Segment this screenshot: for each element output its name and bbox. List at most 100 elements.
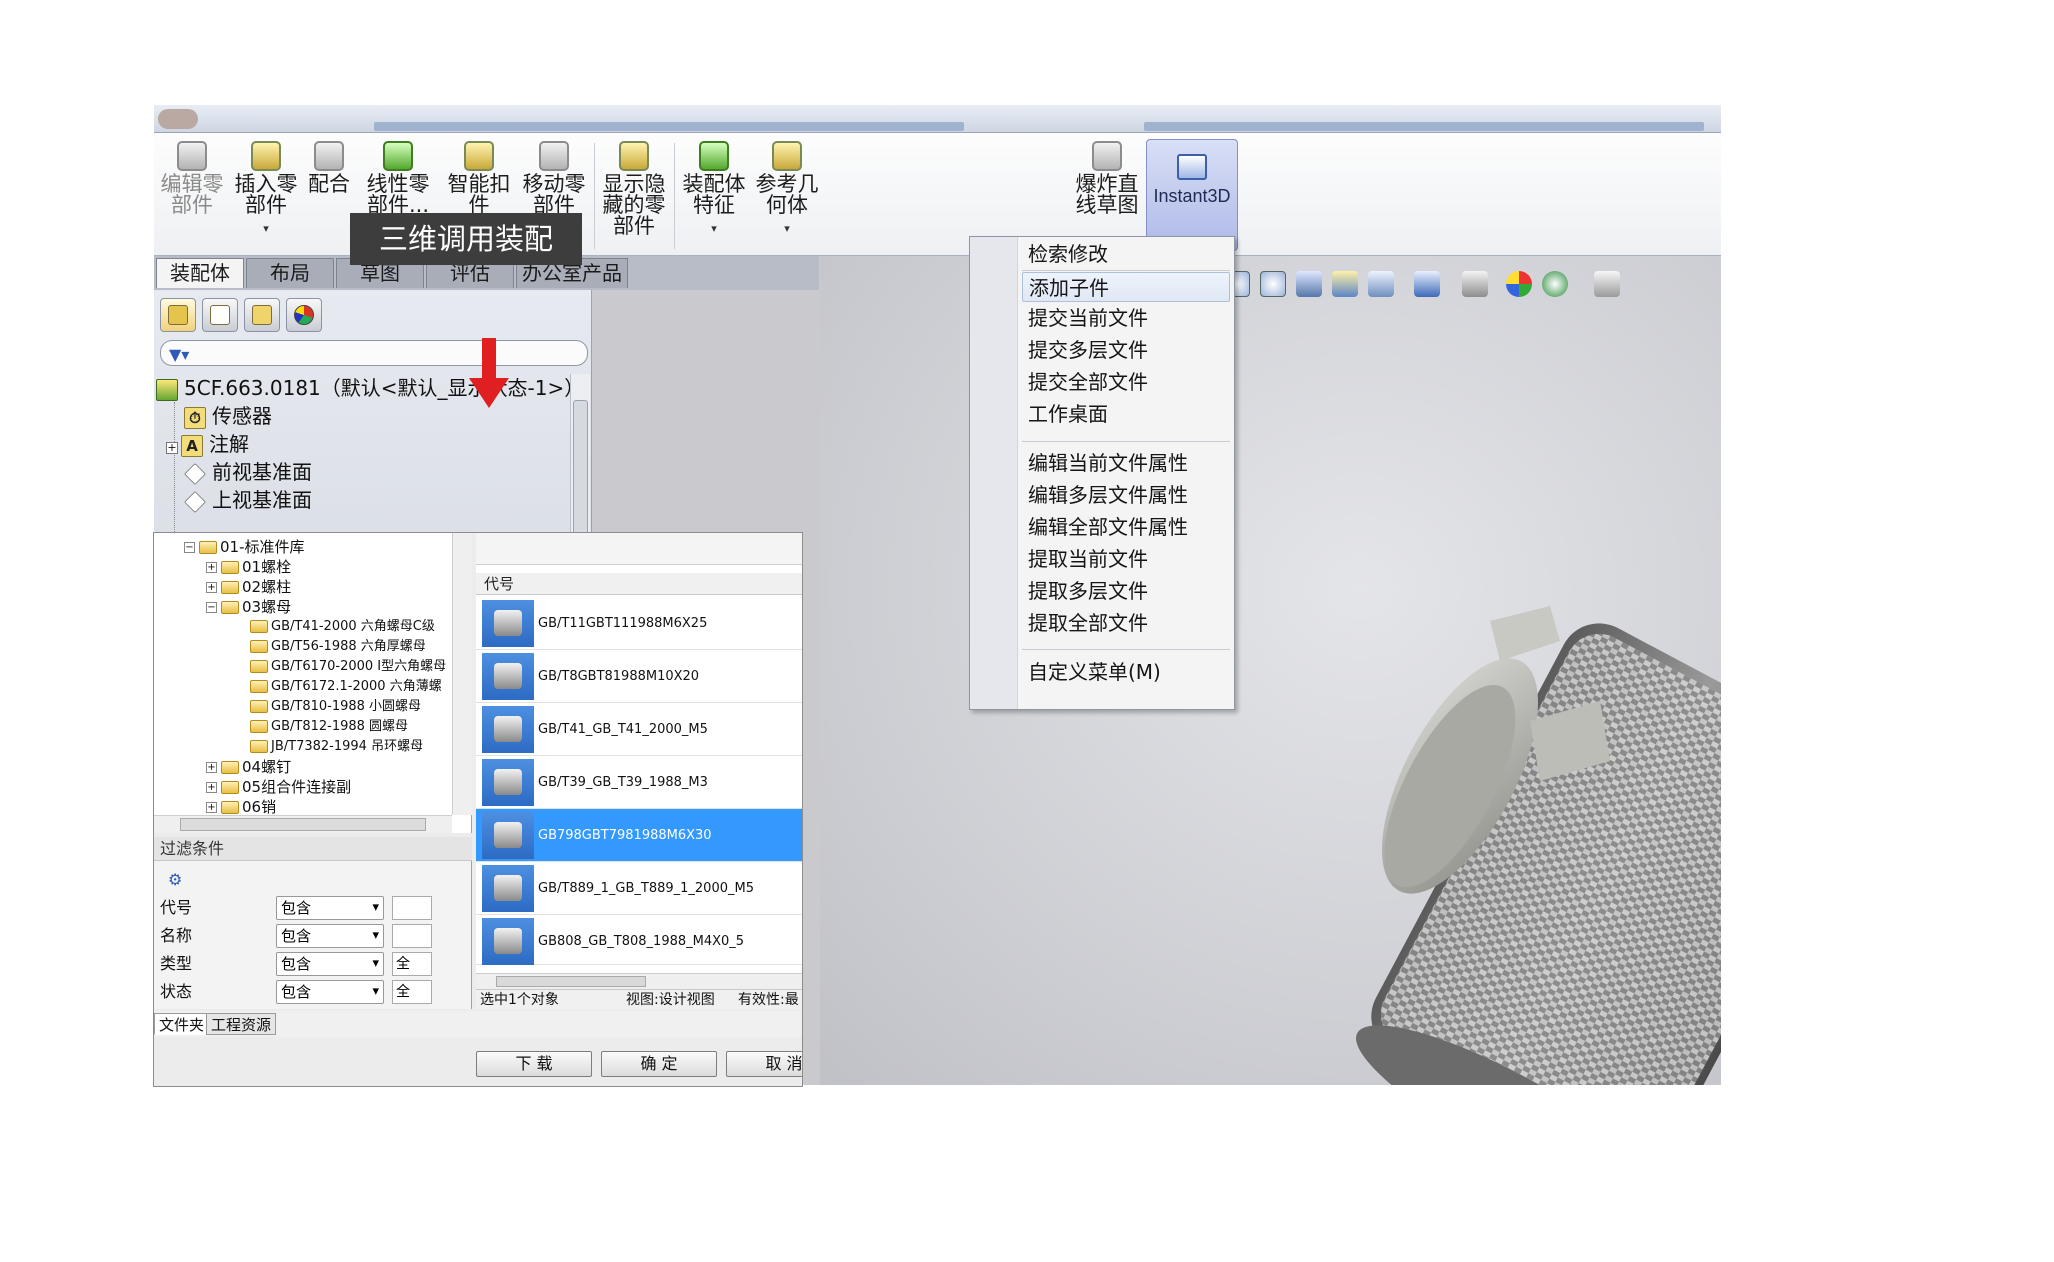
library-tree-vscrollbar[interactable] (452, 533, 472, 815)
parts-list-hscrollbar[interactable] (476, 973, 802, 989)
menu-item-customize[interactable]: 自定义菜单(M) (1022, 657, 1230, 687)
filter-op-type[interactable]: 包含 (276, 952, 384, 976)
tree-node[interactable]: +04螺钉 (206, 757, 291, 777)
tree-root-assembly[interactable]: 5CF.663.0181（默认<默认_显示状态-1>） (156, 374, 584, 402)
menu-item-submit-multilevel[interactable]: 提交多层文件 (1022, 335, 1230, 365)
menu-item-edit-all-props[interactable]: 编辑全部文件属性 (1022, 512, 1230, 542)
filter-value-status[interactable]: 全 (392, 980, 432, 1004)
tree-node[interactable]: +05组合件连接副 (206, 777, 351, 797)
menu-item-edit-multilevel-props[interactable]: 编辑多层文件属性 (1022, 480, 1230, 510)
display-style-icon[interactable] (1414, 271, 1440, 297)
feature-filter-bar[interactable]: ▼▾ (160, 340, 588, 366)
expand-icon[interactable]: + (206, 562, 217, 573)
part-row[interactable]: GB/T41_GB_T41_2000_M5 (476, 703, 802, 756)
tab-folder[interactable]: 文件夹 (154, 1013, 210, 1035)
tree-item-annotations[interactable]: + A 注解 (166, 430, 249, 458)
tree-node[interactable]: +02螺柱 (206, 577, 291, 597)
tree-item-top-plane[interactable]: 上视基准面 (184, 486, 312, 514)
feature-manager-tab-icon[interactable] (160, 298, 196, 332)
collapse-icon[interactable]: − (184, 542, 195, 553)
tree-item-front-plane[interactable]: 前视基准面 (184, 458, 312, 486)
tab-layout[interactable]: 布局 (246, 258, 334, 288)
filter-settings-icon[interactable]: ⚙ (168, 867, 182, 893)
view-orientation-icon[interactable] (1368, 271, 1394, 297)
tree-node[interactable]: GB/T810-1988 小圆螺母 (250, 697, 421, 717)
assembly-feature-button[interactable]: 装配体 特征 ▾ (680, 141, 748, 251)
filter-op-name[interactable]: 包含 (276, 924, 384, 948)
chevron-down-icon[interactable]: ▾ (754, 218, 820, 239)
edit-appearance-icon[interactable] (1506, 271, 1532, 297)
section-view-icon[interactable] (1332, 271, 1358, 297)
filter-op-status[interactable]: 包含 (276, 980, 384, 1004)
filter-value-code[interactable] (392, 896, 432, 920)
menu-item-extract-all[interactable]: 提取全部文件 (1022, 608, 1230, 638)
tree-node[interactable]: GB/T812-1988 圆螺母 (250, 717, 408, 737)
menu-item-extract-multilevel[interactable]: 提取多层文件 (1022, 576, 1230, 606)
expand-icon[interactable]: + (206, 802, 217, 813)
graphics-viewport[interactable] (820, 256, 1721, 1085)
folder-icon (250, 740, 268, 753)
hide-show-items-icon[interactable] (1462, 271, 1488, 297)
scrollbar-thumb[interactable] (180, 818, 426, 831)
menu-item-extract-current[interactable]: 提取当前文件 (1022, 544, 1230, 574)
view-settings-icon[interactable] (1594, 271, 1620, 297)
show-hidden-components-button[interactable]: 显示隐 藏的零 部件 (600, 141, 668, 251)
filter-value-name[interactable] (392, 924, 432, 948)
menu-item-submit-all[interactable]: 提交全部文件 (1022, 367, 1230, 397)
expand-icon[interactable]: + (206, 762, 217, 773)
tree-node[interactable]: GB/T6172.1-2000 六角薄螺 (250, 677, 442, 697)
tab-assembly[interactable]: 装配体 (156, 258, 244, 288)
column-header-code[interactable]: 代号 (476, 573, 802, 595)
property-manager-tab-icon[interactable] (202, 298, 238, 332)
menu-item-workdesk[interactable]: 工作桌面 (1022, 399, 1230, 429)
configuration-manager-tab-icon[interactable] (244, 298, 280, 332)
instant3d-button[interactable]: Instant3D (1146, 139, 1238, 251)
tree-node[interactable]: +06销 (206, 797, 276, 817)
apply-scene-icon[interactable] (1542, 271, 1568, 297)
tree-node[interactable]: JB/T7382-1994 吊环螺母 (250, 737, 423, 757)
insert-component-button[interactable]: 插入零 部件 ▾ (234, 141, 298, 251)
part-row[interactable]: GB/T8GBT81988M10X20 (476, 650, 802, 703)
ok-button[interactable]: 确 定 (601, 1051, 717, 1077)
collapse-icon[interactable]: − (206, 602, 217, 613)
explode-line-sketch-button[interactable]: 爆炸直 线草图 (1072, 141, 1142, 251)
part-row-selected[interactable]: GB798GBT7981988M6X30 (476, 809, 802, 862)
mate-button[interactable]: 配合 (304, 141, 354, 251)
edit-component-button[interactable]: 编辑零 部件 (160, 141, 224, 251)
tree-node[interactable]: +01螺栓 (206, 557, 291, 577)
download-button[interactable]: 下 载 (476, 1051, 592, 1077)
previous-view-icon[interactable] (1296, 271, 1322, 297)
menu-item-edit-current-props[interactable]: 编辑当前文件属性 (1022, 448, 1230, 478)
tree-node[interactable]: GB/T41-2000 六角螺母C级 (250, 617, 435, 637)
scrollbar-thumb[interactable] (573, 400, 588, 540)
expand-icon[interactable]: + (206, 782, 217, 793)
expand-icon[interactable]: + (166, 442, 178, 454)
menu-item-search-modify[interactable]: 检索修改 (1022, 239, 1230, 269)
tree-node[interactable]: GB/T56-1988 六角厚螺母 (250, 637, 426, 657)
tree-node[interactable]: −03螺母 (206, 597, 291, 617)
menu-item-submit-current[interactable]: 提交当前文件 (1022, 303, 1230, 333)
tree-node[interactable]: GB/T6170-2000 I型六角螺母 (250, 657, 446, 677)
menu-item-add-child[interactable]: 添加子件 (1022, 272, 1230, 302)
folder-icon (250, 620, 268, 633)
reference-geometry-button[interactable]: 参考几 何体 ▾ (754, 141, 820, 251)
tree-node[interactable]: −01-标准件库 (184, 537, 305, 557)
chevron-down-icon[interactable]: ▾ (680, 218, 748, 239)
part-row[interactable]: GB/T39_GB_T39_1988_M3 (476, 756, 802, 809)
drum-assembly-model[interactable] (1340, 601, 1721, 1085)
filter-op-code[interactable]: 包含 (276, 896, 384, 920)
ribbon-separator (674, 143, 675, 249)
part-row[interactable]: GB808_GB_T808_1988_M4X0_5 (476, 915, 802, 965)
display-manager-tab-icon[interactable] (286, 298, 322, 332)
cancel-button[interactable]: 取 消 (726, 1051, 802, 1077)
filter-value-type[interactable]: 全 (392, 952, 432, 976)
scrollbar-thumb[interactable] (496, 976, 646, 987)
chevron-down-icon[interactable]: ▾ (234, 218, 298, 239)
tab-project-resources[interactable]: 工程资源 (206, 1013, 277, 1035)
part-row[interactable]: GB/T11GBT111988M6X25 (476, 597, 802, 650)
library-tree-hscrollbar[interactable] (154, 815, 452, 833)
part-row[interactable]: GB/T889_1_GB_T889_1_2000_M5 (476, 862, 802, 915)
tree-item-sensors[interactable]: ⏱ 传感器 (184, 402, 272, 430)
zoom-to-area-icon[interactable] (1260, 271, 1286, 297)
expand-icon[interactable]: + (206, 582, 217, 593)
